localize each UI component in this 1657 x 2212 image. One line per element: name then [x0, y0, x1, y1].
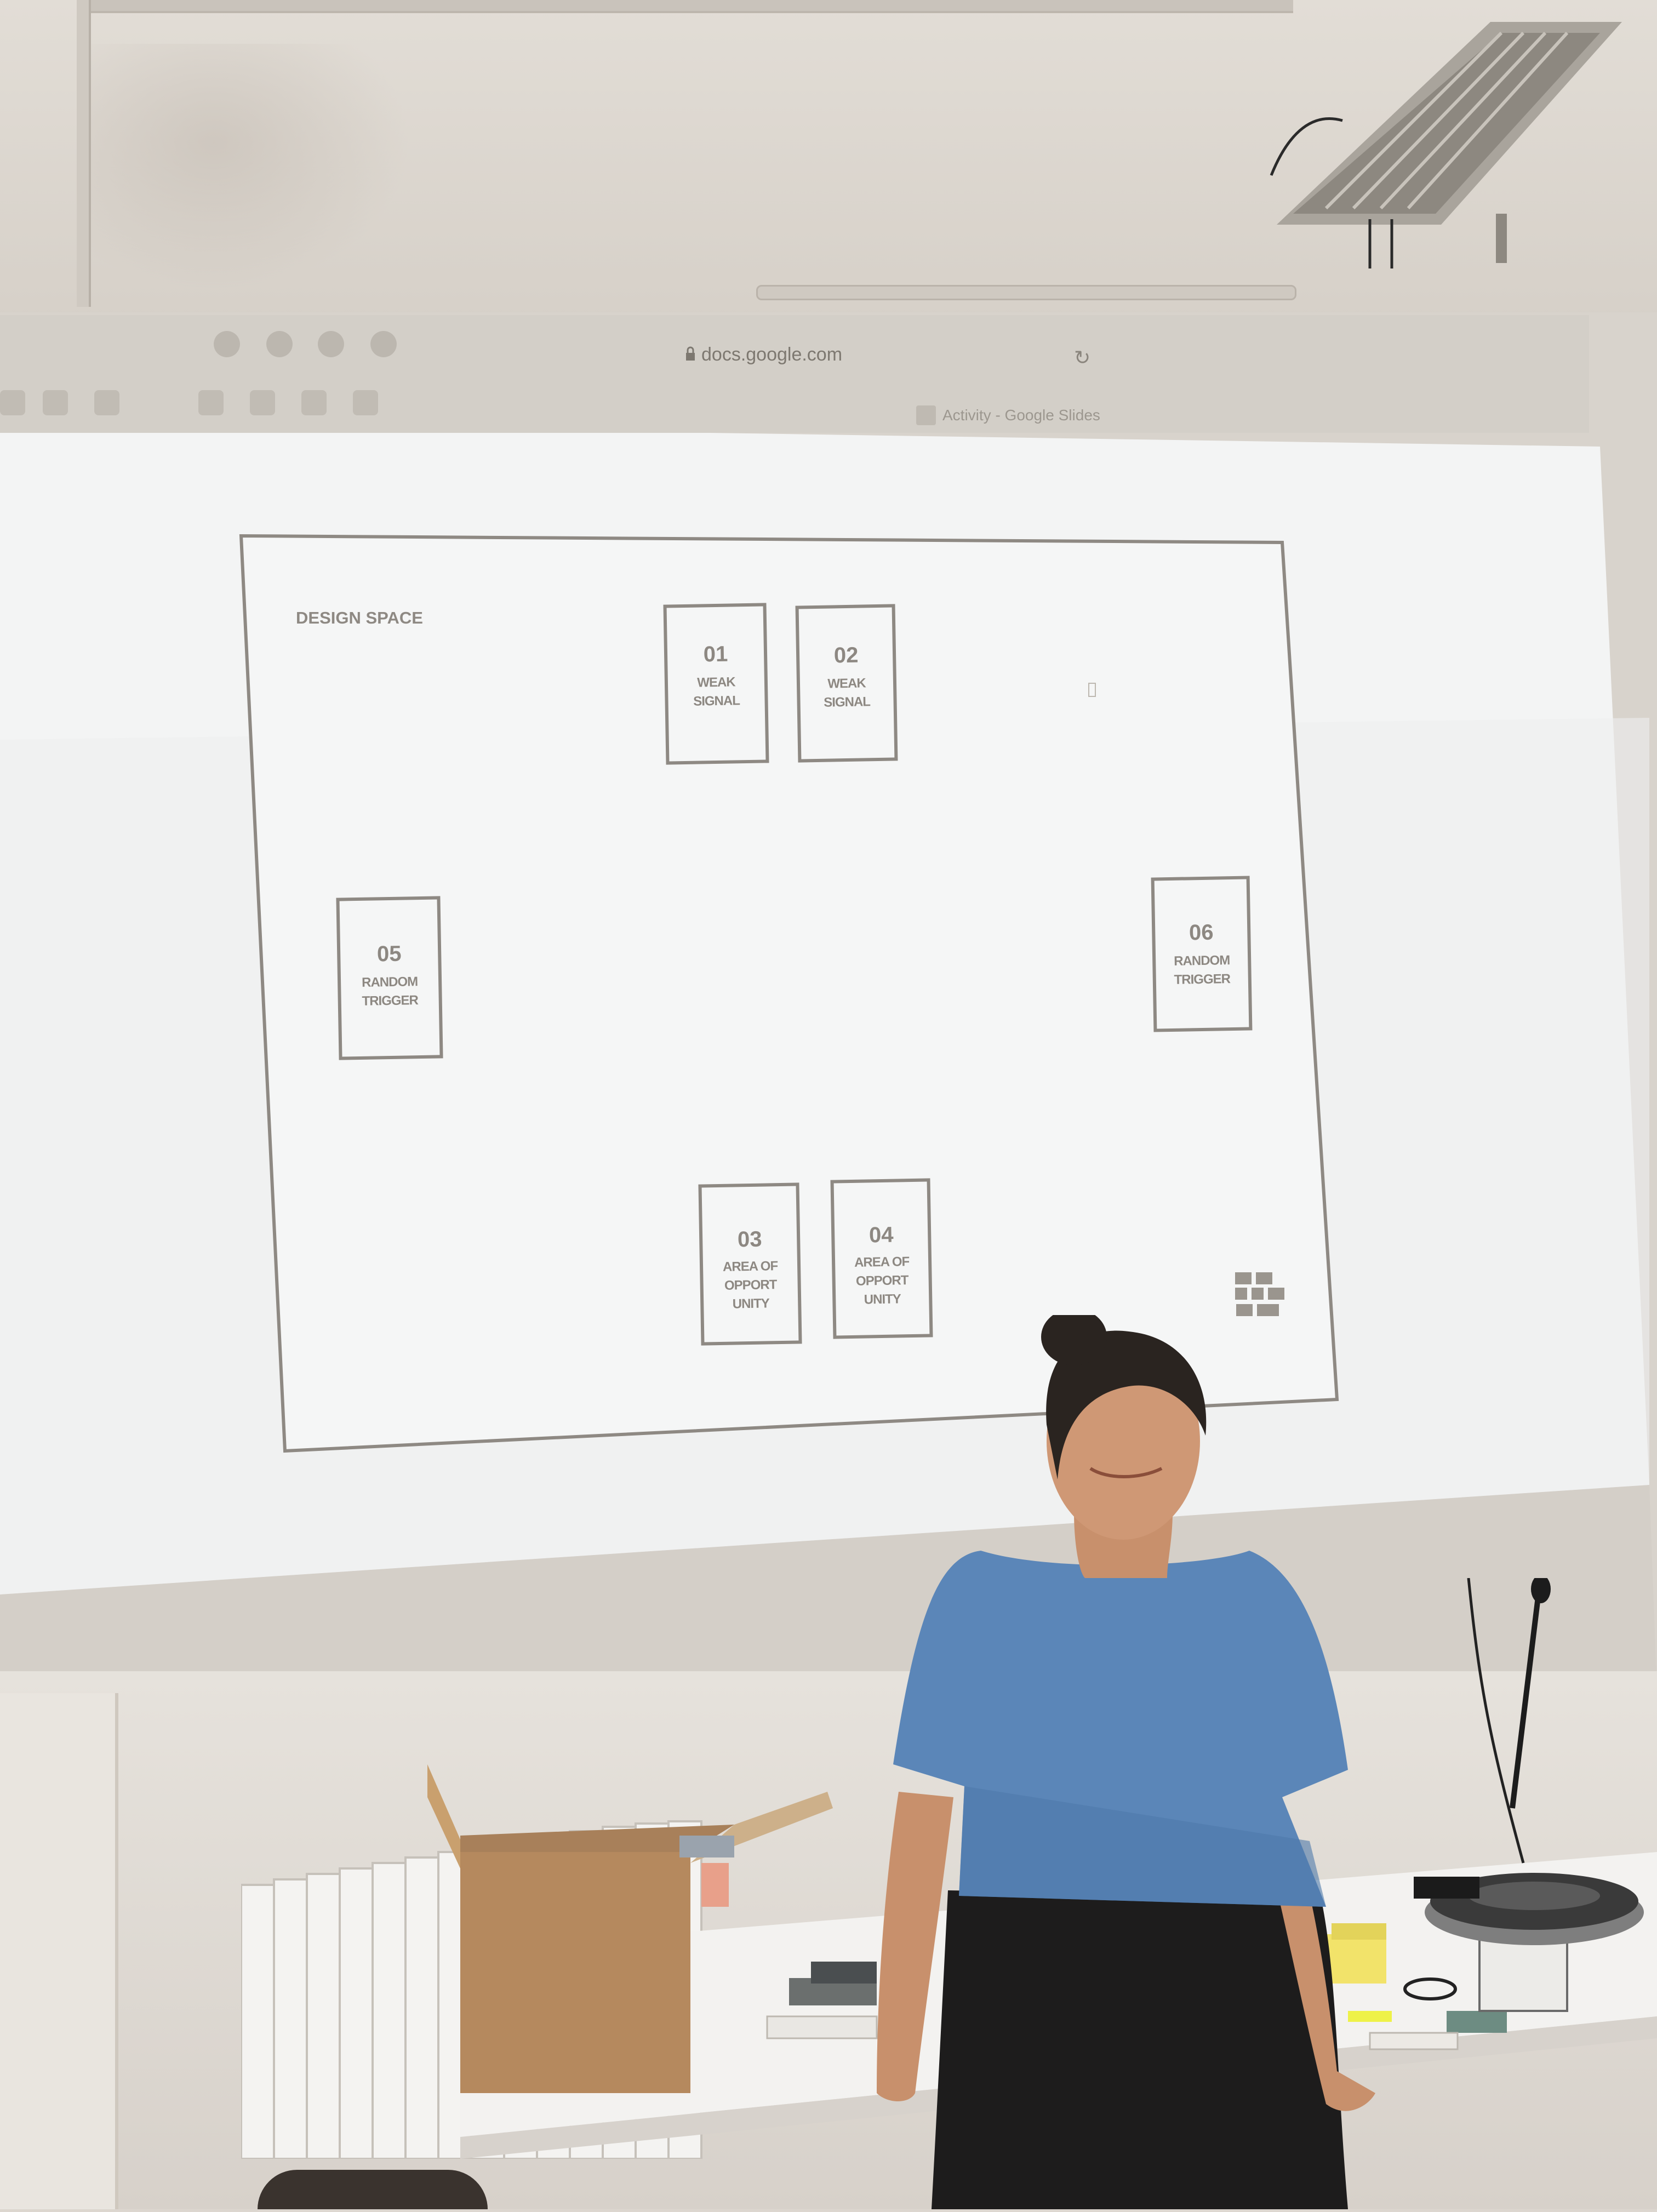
microphone-conference-speaker [1414, 1575, 1657, 1962]
card-label: UNITY [864, 1291, 901, 1307]
presenter [855, 1308, 1436, 2209]
card-number: 04 [869, 1222, 894, 1248]
card-label: WEAK [697, 675, 735, 690]
card-label: SIGNAL [824, 694, 871, 710]
card-06: 06 RANDOM TRIGGER [1151, 876, 1253, 1032]
card-01: 01 WEAK SIGNAL [663, 603, 769, 765]
card-05: 05 RANDOM TRIGGER [336, 896, 443, 1060]
audience-head [258, 2170, 488, 2209]
card-label: UNITY [732, 1296, 769, 1312]
card-label: RANDOM [1173, 953, 1230, 969]
card-number: 03 [737, 1227, 762, 1252]
card-number: 05 [376, 941, 402, 967]
card-label: OPPORT [724, 1277, 777, 1293]
card-label: SIGNAL [693, 693, 740, 709]
card-number: 02 [833, 643, 859, 668]
cardboard-box [427, 1753, 844, 2104]
card-label: AREA OF [854, 1254, 910, 1270]
text-cursor [1088, 683, 1096, 697]
card-label: TRIGGER [1174, 971, 1231, 987]
slide-heading: DESIGN SPACE [296, 608, 423, 627]
wall-pillar [0, 1693, 118, 2209]
card-label: RANDOM [361, 974, 418, 990]
card-label: OPPORT [855, 1273, 909, 1289]
card-label: TRIGGER [362, 993, 419, 1009]
card-label: AREA OF [722, 1259, 778, 1274]
card-03: 03 AREA OF OPPORT UNITY [698, 1182, 802, 1346]
card-number: 01 [703, 642, 728, 667]
card-label: WEAK [827, 676, 866, 691]
card-number: 06 [1189, 920, 1214, 945]
card-02: 02 WEAK SIGNAL [795, 604, 898, 763]
